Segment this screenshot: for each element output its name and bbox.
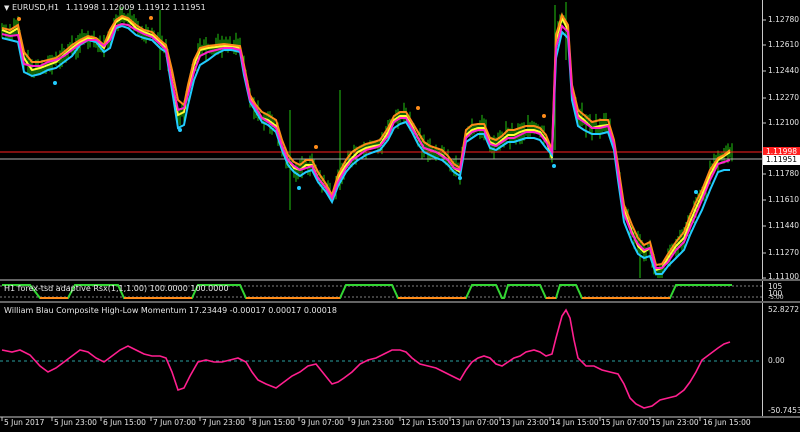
momentum-tick: 0.00 — [768, 356, 785, 365]
time-label: 9 Jun 07:00 — [301, 418, 344, 427]
momentum-line — [1, 308, 731, 409]
time-label: 16 Jun 15:00 — [703, 418, 751, 427]
time-label: 15 Jun 07:00 — [601, 418, 649, 427]
time-label: 15 Jun 23:00 — [651, 418, 699, 427]
time-label: 5 Jun 23:00 — [54, 418, 97, 427]
chart-graphics — [0, 2, 800, 421]
time-label: 5 Jun 2017 — [4, 418, 45, 427]
rsx-title: H1 forex-tsd adaptive Rsx(1,1,1.00) 100.… — [4, 284, 229, 293]
momentum-title: William Blau Composite High-Low Momentum… — [4, 306, 337, 315]
price-tick: 1.11100 — [768, 272, 800, 281]
price-tick: 1.12270 — [768, 93, 800, 102]
price-tick: 1.12100 — [768, 118, 800, 127]
time-label: 7 Jun 23:00 — [202, 418, 245, 427]
time-label: 14 Jun 15:00 — [551, 418, 599, 427]
time-label: 9 Jun 23:00 — [351, 418, 394, 427]
time-label: 13 Jun 07:00 — [451, 418, 499, 427]
orange-line — [1, 12, 731, 267]
price-tick: 1.11780 — [768, 169, 800, 178]
current-price-tag: 1.11951 — [763, 155, 800, 165]
time-label: 13 Jun 23:00 — [501, 418, 549, 427]
ohlc-values: 1.11998 1.12009 1.11912 1.11951 — [65, 3, 206, 12]
chart-window[interactable]: ▼ EURUSD,H1 1.11998 1.12009 1.11912 1.11… — [0, 0, 800, 432]
momentum-tick: 52.8272 — [768, 305, 800, 314]
dropdown-triangle-icon[interactable]: ▼ — [4, 4, 9, 12]
price-tick: 1.11440 — [768, 221, 800, 230]
price-tick: 1.11610 — [768, 195, 800, 204]
price-tick: 1.12780 — [768, 15, 800, 24]
time-label: 6 Jun 15:00 — [103, 418, 146, 427]
momentum-tick: -50.7453 — [768, 406, 800, 415]
price-tick: 1.12440 — [768, 66, 800, 75]
time-label: 12 Jun 15:00 — [401, 418, 449, 427]
rsx-tick: -5.00 — [768, 294, 784, 301]
time-label: 7 Jun 07:00 — [153, 418, 196, 427]
indicator-dots — [17, 16, 698, 194]
time-label: 8 Jun 15:00 — [252, 418, 295, 427]
symbol-header: ▼ EURUSD,H1 1.11998 1.12009 1.11912 1.11… — [4, 3, 206, 12]
price-tick: 1.11270 — [768, 248, 800, 257]
price-tick: 1.12610 — [768, 40, 800, 49]
symbol-label: EURUSD,H1 — [11, 3, 60, 12]
